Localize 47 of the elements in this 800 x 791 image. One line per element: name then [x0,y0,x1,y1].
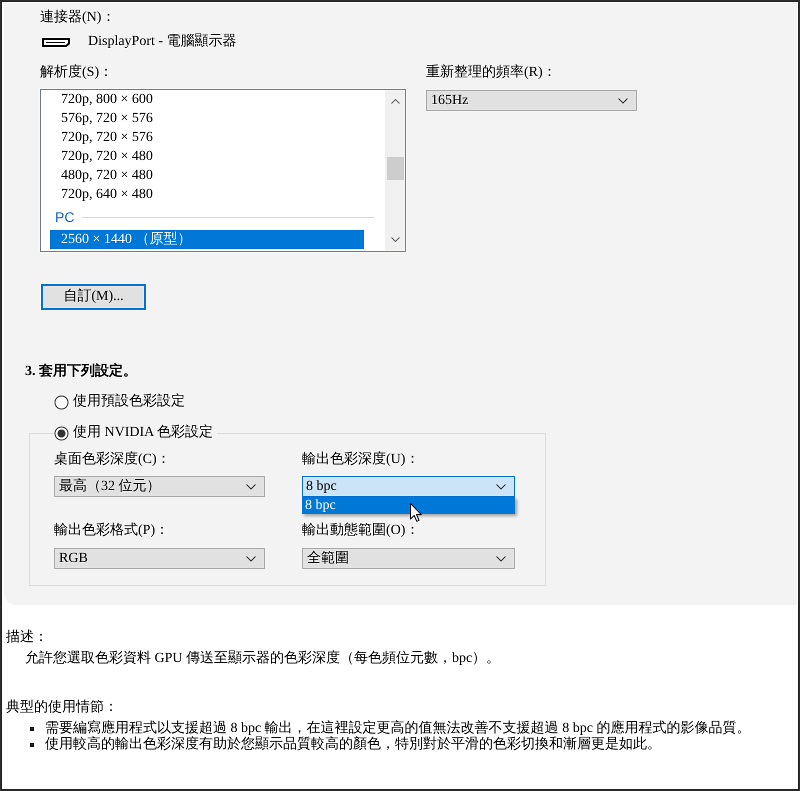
dropdown[interactable]: 165Hz [426,90,637,111]
resolution-label: 解析度(S)： [40,64,114,82]
description-heading: 描述： [6,629,49,647]
chevron-down-icon[interactable] [390,237,400,242]
list-item[interactable]: 480p, 720 × 480 [50,166,364,185]
chevron-down-icon [246,484,256,490]
list-item[interactable]: 720p, 800 × 600 [50,90,364,109]
cursor-icon [410,503,422,522]
radio-option[interactable]: 使用 NVIDIA 色彩設定 [54,424,213,442]
list-item[interactable]: 2560 × 1440 （原型） [50,230,364,249]
dropdown[interactable]: 全範圍 [302,548,515,569]
list-item[interactable]: 576p, 720 × 576 [50,109,364,128]
port-icon [42,38,70,46]
dropdown[interactable]: 最高（32 位元） [54,476,265,497]
customize-button[interactable]: 自訂(M)... [41,284,146,310]
list-item[interactable]: 720p, 720 × 480 [50,147,364,166]
field-label: 桌面色彩深度(C)： [54,451,172,469]
list-item[interactable]: 720p, 640 × 480 [50,185,364,204]
chevron-down-icon [246,556,256,562]
usage-text: 需要編寫應用程式以支援超過 8 bpc 輸出，在這裡設定更高的值無法改善不支援超過 8 bpc 的應用程式的影像品質。 [45,721,750,736]
scrollbar-thumb[interactable] [386,157,404,180]
usage-heading: 典型的使用情節： [6,699,119,717]
resolution-list[interactable]: 720p, 800 × 600 576p, 720 × 576 720p, 720 × 576 720p, 720 × 480 480p, 720 × 480 720p, 640 × 480 PC 2560 × 1440 （原型） [40,89,406,252]
dropdown[interactable]: 8 bpc [302,476,515,497]
chevron-down-icon [496,556,506,562]
connector-label: 連接器(N)： [40,9,116,27]
description-text: 允許您選取色彩資料 GPU 傳送至顯示器的色彩深度（每色頻位元數，bpc）。 [25,650,502,668]
chevron-up-icon[interactable] [390,99,400,104]
group-header: PC [55,208,74,226]
refresh-rate-label: 重新整理的頻率(R)： [426,64,558,82]
usage-text: 使用較高的輸出色彩深度有助於您顯示品質較高的顏色，特別對於平滑的色彩切換和漸層更是如此。 [45,737,661,753]
bullet-icon [30,727,34,731]
radio-option[interactable]: 使用預設色彩設定 [54,393,185,411]
field-label: 輸出動態範圍(O)： [302,522,420,540]
bullet-icon [30,743,34,747]
dropdown-option[interactable]: 8 bpc [302,497,515,514]
dropdown[interactable]: RGB [54,548,265,569]
field-label: 輸出色彩格式(P)： [54,522,170,540]
chevron-down-icon [496,484,506,490]
radio-button-icon[interactable] [54,426,69,440]
connector-name: DisplayPort - 電腦顯示器 [88,33,237,51]
scrollbar[interactable] [385,90,405,251]
field-label: 輸出色彩深度(U)： [302,451,420,469]
section-heading: 3. 套用下列設定。 [25,363,138,381]
radio-button-icon[interactable] [54,394,69,410]
chevron-down-icon [618,98,628,104]
list-item[interactable]: 720p, 720 × 576 [50,128,364,147]
